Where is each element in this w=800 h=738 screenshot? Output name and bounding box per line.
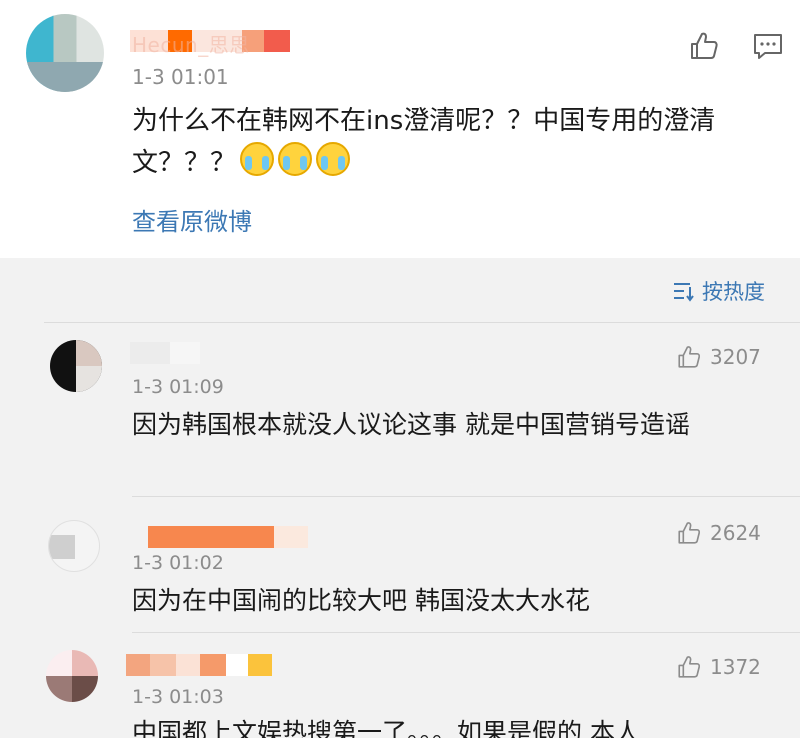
sort-by-hot-button[interactable]: 按热度	[672, 276, 765, 306]
username-redacted[interactable]	[130, 342, 200, 364]
avatar[interactable]	[48, 520, 100, 572]
sort-label: 按热度	[702, 280, 765, 304]
comment-timestamp: 1-3 01:09	[132, 376, 224, 398]
divider	[132, 496, 800, 497]
username: Hecun_思思	[132, 33, 250, 57]
comment-timestamp: 1-3 01:02	[132, 552, 224, 574]
comment-text: 中国都上文娱热搜第一了。。。如果是假的 本人	[132, 718, 640, 738]
like-button[interactable]: 3207	[676, 344, 761, 370]
comment-text: 因为韩国根本就没人议论这事 就是中国营销号造谣	[132, 410, 690, 439]
thumbs-up-icon	[678, 346, 701, 368]
username-redacted[interactable]	[148, 526, 308, 548]
comment-icon[interactable]	[752, 30, 784, 62]
like-button[interactable]: 2624	[676, 520, 761, 546]
thumbs-up-icon[interactable]	[688, 30, 720, 62]
like-count: 1372	[710, 655, 761, 679]
avatar[interactable]	[26, 14, 104, 92]
avatar[interactable]	[46, 650, 98, 702]
laughing-crying-emoji-icon	[240, 142, 275, 176]
laughing-crying-emoji-icon	[278, 142, 313, 176]
thumbs-up-icon	[678, 656, 701, 678]
divider	[132, 632, 800, 633]
post-content: 为什么不在韩网不在ins澄清呢？？中国专用的澄清文？？？	[132, 100, 762, 184]
avatar[interactable]	[50, 340, 102, 392]
weibo-comment-page: Hecun_思思 1-3 01:01 为什么不在韩网不在ins澄清呢？？中国专用…	[0, 0, 800, 738]
username-redacted[interactable]	[126, 654, 272, 676]
divider	[44, 322, 800, 323]
thumbs-up-icon	[678, 522, 701, 544]
laughing-crying-emoji-icon	[316, 142, 351, 176]
post-timestamp: 1-3 01:01	[132, 65, 229, 89]
like-count: 2624	[710, 521, 761, 545]
view-original-post-link[interactable]: 查看原微博	[132, 202, 252, 237]
sort-icon	[674, 283, 694, 302]
comment-timestamp: 1-3 01:03	[132, 686, 224, 708]
original-post-card: Hecun_思思 1-3 01:01 为什么不在韩网不在ins澄清呢？？中国专用…	[0, 0, 800, 258]
like-button[interactable]: 1372	[676, 654, 761, 680]
comment-text: 因为在中国闹的比较大吧 韩国没太大水花	[132, 586, 590, 615]
like-count: 3207	[710, 345, 761, 369]
post-text: 为什么不在韩网不在ins澄清呢？？中国专用的澄清文？？？	[132, 106, 716, 178]
